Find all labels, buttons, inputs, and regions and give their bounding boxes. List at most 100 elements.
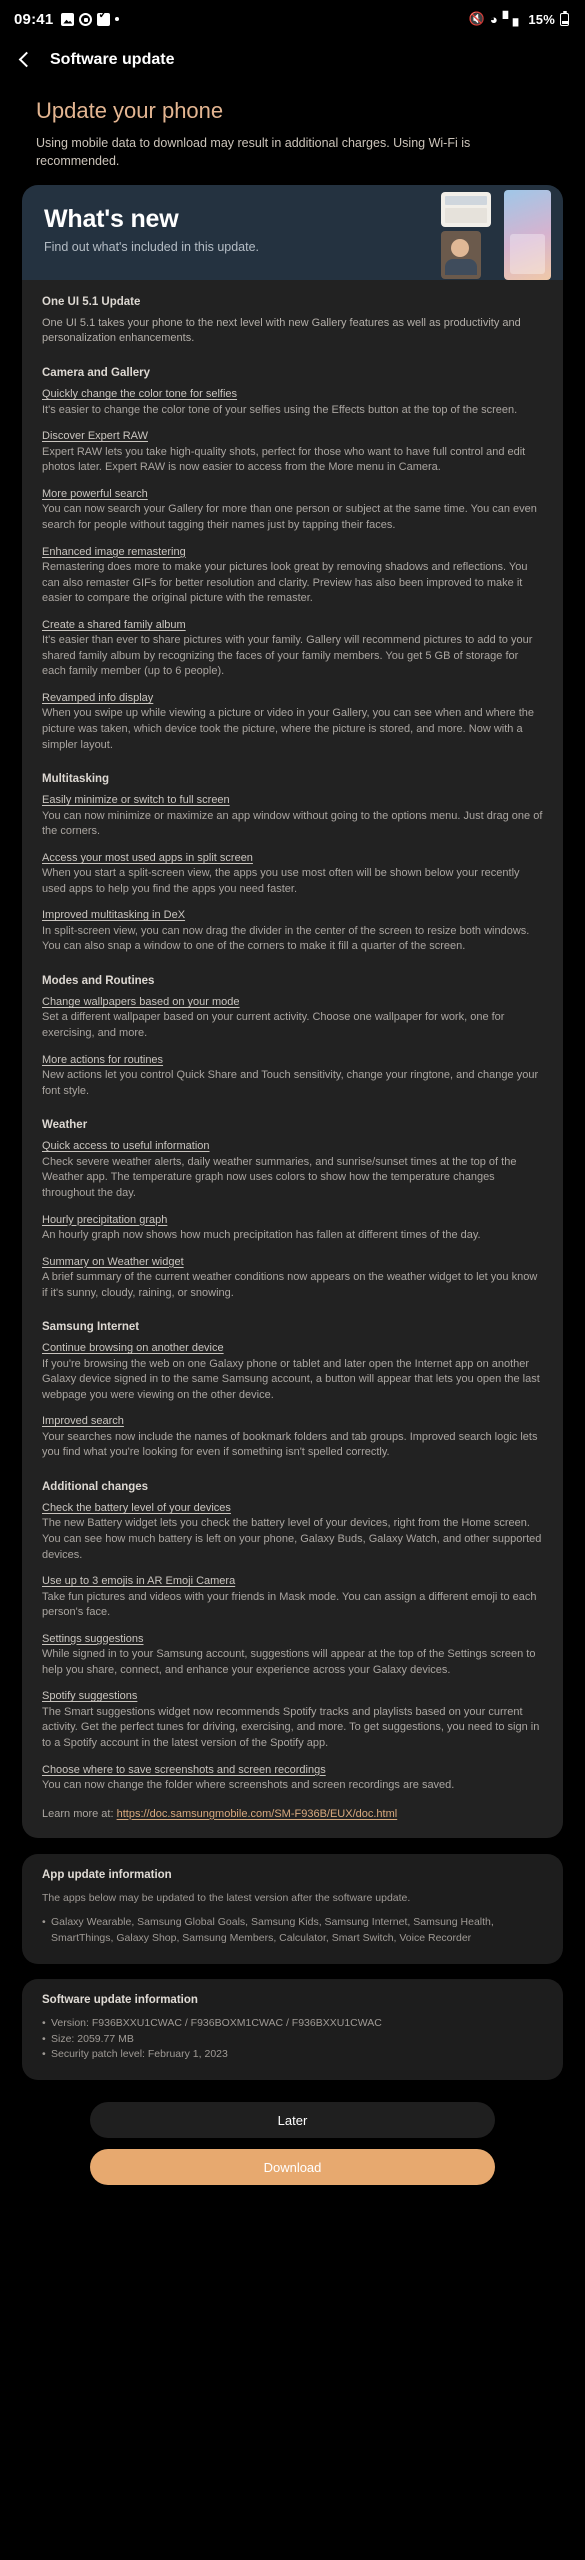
feature-item: Summary on Weather widget A brief summary… bbox=[42, 1255, 543, 1302]
feature-title[interactable]: Quickly change the color tone for selfie… bbox=[42, 387, 543, 402]
feature-title[interactable]: Create a shared family album bbox=[42, 618, 543, 633]
feature-item: Improved search Your searches now include… bbox=[42, 1414, 543, 1461]
banner-subtitle: Find out what's included in this update. bbox=[44, 239, 260, 254]
feature-item: Choose where to save screenshots and scr… bbox=[42, 1763, 543, 1794]
feature-description: It's easier to change the color tone of … bbox=[42, 403, 518, 416]
whats-new-banner[interactable]: What's new Find out what's included in t… bbox=[22, 184, 563, 280]
feature-title[interactable]: Improved search bbox=[42, 1414, 543, 1429]
later-button[interactable]: Later bbox=[90, 2102, 495, 2139]
feature-description: Take fun pictures and videos with your f… bbox=[42, 1590, 537, 1619]
feature-description: It's easier than ever to share pictures … bbox=[42, 634, 533, 678]
feature-description: A brief summary of the current weather c… bbox=[42, 1270, 538, 1299]
app-bar-title: Software update bbox=[50, 51, 175, 68]
learn-more-line: Learn more at: https://doc.samsungmobile… bbox=[42, 1808, 543, 1820]
feature-title[interactable]: Change wallpapers based on your mode bbox=[42, 995, 543, 1010]
app-update-bullet-list: Galaxy Wearable, Samsung Global Goals, S… bbox=[42, 1915, 543, 1947]
app-update-information-body: The apps below may be updated to the lat… bbox=[42, 1891, 411, 1904]
release-notes-section-heading: Samsung Internet bbox=[42, 1321, 140, 1334]
software-update-bullet-list: Version: F936BXXU1CWAC / F936BOXM1CWAC /… bbox=[42, 2016, 543, 2063]
back-chevron-icon[interactable] bbox=[14, 49, 36, 71]
feature-item: Discover Expert RAW Expert RAW lets you t… bbox=[42, 429, 543, 476]
info-bullet: Galaxy Wearable, Samsung Global Goals, S… bbox=[42, 1915, 543, 1947]
feature-description: Set a different wallpaper based on your … bbox=[42, 1011, 505, 1040]
feature-title[interactable]: Quick access to useful information bbox=[42, 1139, 543, 1154]
feature-title[interactable]: Continue browsing on another device bbox=[42, 1341, 543, 1356]
banner-title: What's new bbox=[44, 204, 179, 233]
feature-title[interactable]: Use up to 3 emojis in AR Emoji Camera bbox=[42, 1574, 543, 1589]
feature-item: Check the battery level of your devices T… bbox=[42, 1501, 543, 1563]
feature-title[interactable]: Enhanced image remastering bbox=[42, 545, 543, 560]
learn-more-link[interactable]: https://doc.samsungmobile.com/SM-F936B/E… bbox=[117, 1808, 398, 1820]
feature-item: Continue browsing on another device If yo… bbox=[42, 1341, 543, 1403]
release-notes-card: One UI 5.1 Update One UI 5.1 takes your … bbox=[22, 279, 563, 1838]
status-left-icons bbox=[61, 8, 120, 26]
feature-item: Settings suggestions While signed in to y… bbox=[42, 1632, 543, 1679]
release-notes-section-heading: Additional changes bbox=[42, 1480, 149, 1493]
release-notes-heading: One UI 5.1 Update bbox=[42, 295, 141, 308]
status-bar: 09:41 🔇 ◕ ▘▖ 15% bbox=[0, 0, 585, 38]
status-clock: 09:41 bbox=[14, 10, 54, 28]
status-right-icons: 🔇 ◕ ▘▖ 15% bbox=[469, 10, 569, 27]
feature-item: Use up to 3 emojis in AR Emoji Camera Tak… bbox=[42, 1574, 543, 1621]
feature-title[interactable]: Check the battery level of your devices bbox=[42, 1501, 543, 1516]
feature-title[interactable]: Improved multitasking in DeX bbox=[42, 908, 543, 923]
release-notes-sections: Camera and Gallery Quickly change the col… bbox=[42, 367, 543, 1793]
release-notes-section-heading: Weather bbox=[42, 1119, 88, 1132]
info-bullet: Security patch level: February 1, 2023 bbox=[42, 2047, 543, 2063]
software-update-information-title: Software update information bbox=[42, 1993, 198, 2006]
feature-description: The Smart suggestions widget now recomme… bbox=[42, 1705, 540, 1749]
feature-description: Check severe weather alerts, daily weath… bbox=[42, 1155, 517, 1199]
feature-description: You can now minimize or maximize an app … bbox=[42, 809, 543, 838]
feature-description: If you're browsing the web on one Galaxy… bbox=[42, 1357, 540, 1401]
action-buttons: Later Download bbox=[0, 2080, 585, 2201]
feature-description: The new Battery widget lets you check th… bbox=[42, 1517, 542, 1561]
feature-title[interactable]: Choose where to save screenshots and scr… bbox=[42, 1763, 543, 1778]
app-bar: Software update bbox=[0, 38, 585, 82]
app-update-information-title: App update information bbox=[42, 1868, 172, 1881]
feature-title[interactable]: Access your most used apps in split scre… bbox=[42, 851, 543, 866]
feature-title[interactable]: Discover Expert RAW bbox=[42, 429, 543, 444]
feature-item: Revamped info display When you swipe up w… bbox=[42, 691, 543, 753]
page-header: Update your phone Using mobile data to d… bbox=[0, 82, 585, 171]
page-title: Update your phone bbox=[36, 98, 224, 123]
banner-text: What's new Find out what's included in t… bbox=[22, 185, 563, 254]
feature-description: Expert RAW lets you take high-quality sh… bbox=[42, 445, 526, 474]
page-subtitle: Using mobile data to download may result… bbox=[36, 136, 471, 168]
battery-icon bbox=[560, 10, 569, 26]
feature-title[interactable]: Revamped info display bbox=[42, 691, 543, 706]
feature-item: Easily minimize or switch to full screen… bbox=[42, 793, 543, 840]
release-notes-intro: One UI 5.1 takes your phone to the next … bbox=[42, 316, 521, 345]
learn-more-prefix: Learn more at: bbox=[42, 1807, 117, 1820]
feature-title[interactable]: Easily minimize or switch to full screen bbox=[42, 793, 543, 808]
battery-percent: 15% bbox=[528, 11, 555, 27]
feature-item: Quick access to useful information Check … bbox=[42, 1139, 543, 1201]
feature-description: You can now search your Gallery for more… bbox=[42, 503, 537, 531]
software-update-screen: 09:41 🔇 ◕ ▘▖ 15% Software update Update … bbox=[0, 0, 585, 2560]
feature-item: Improved multitasking in DeX In split-scr… bbox=[42, 908, 543, 955]
feature-description: Remastering does more to make your pictu… bbox=[42, 560, 528, 605]
info-bullet: Size: 2059.77 MB bbox=[42, 2032, 543, 2048]
download-button[interactable]: Download bbox=[90, 2149, 495, 2186]
feature-item: Access your most used apps in split scre… bbox=[42, 851, 543, 898]
feature-description: Your searches now include the names of b… bbox=[42, 1430, 538, 1459]
feature-title[interactable]: Hourly precipitation graph bbox=[42, 1213, 543, 1228]
feature-description: New actions let you control Quick Share … bbox=[42, 1069, 539, 1097]
release-notes-section-heading: Multitasking bbox=[42, 773, 110, 786]
release-notes-section-heading: Modes and Routines bbox=[42, 975, 155, 988]
feature-title[interactable]: Summary on Weather widget bbox=[42, 1255, 543, 1270]
feature-description: In split-screen view, you can now drag t… bbox=[42, 924, 530, 953]
feature-item: Create a shared family album It's easier … bbox=[42, 618, 543, 680]
feature-item: Spotify suggestions The Smart suggestions… bbox=[42, 1689, 543, 1751]
feature-item: Change wallpapers based on your mode Set … bbox=[42, 995, 543, 1042]
feature-title[interactable]: More actions for routines bbox=[42, 1053, 543, 1068]
feature-description: While signed in to your Samsung account,… bbox=[42, 1648, 536, 1676]
signal-icon: ▘▖ bbox=[502, 11, 524, 26]
feature-title[interactable]: Spotify suggestions bbox=[42, 1689, 543, 1704]
feature-item: Hourly precipitation graph An hourly grap… bbox=[42, 1213, 543, 1244]
feature-item: More powerful search You can now search y… bbox=[42, 487, 543, 534]
feature-title[interactable]: More powerful search bbox=[42, 487, 543, 502]
feature-title[interactable]: Settings suggestions bbox=[42, 1632, 543, 1647]
gallery-icon bbox=[61, 12, 75, 26]
checkbox-icon bbox=[97, 8, 111, 26]
release-notes-section-heading: Camera and Gallery bbox=[42, 367, 151, 380]
